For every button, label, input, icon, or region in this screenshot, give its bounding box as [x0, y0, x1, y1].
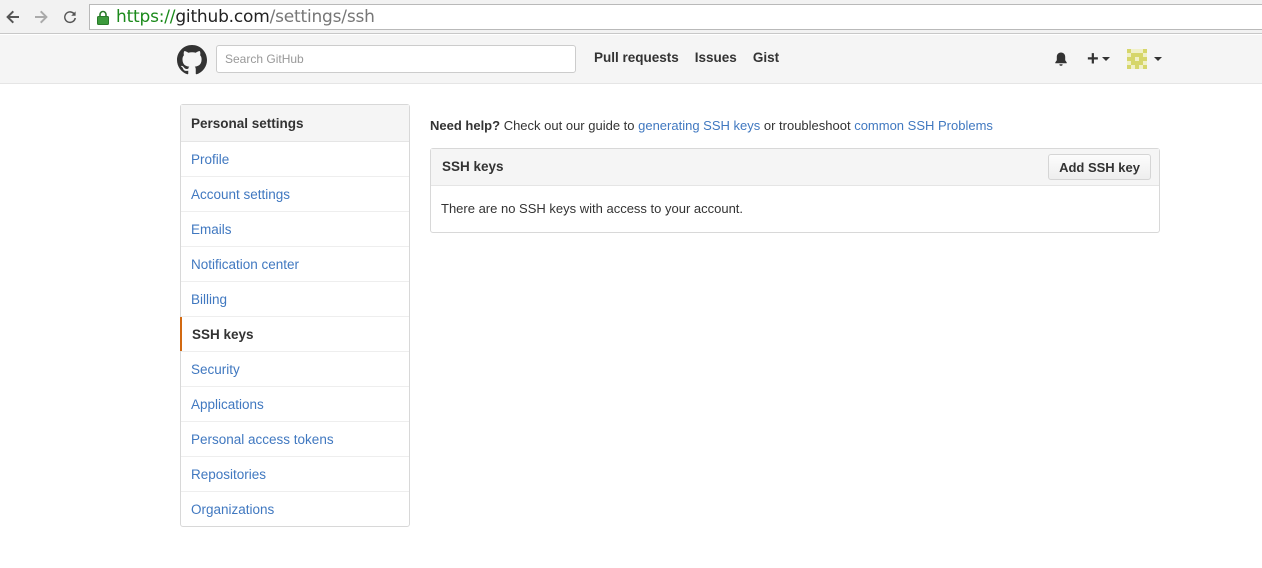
sidebar-item-profile[interactable]: Profile [181, 142, 409, 177]
create-new-button[interactable]: + [1087, 48, 1110, 70]
common-ssh-problems-link[interactable]: common SSH Problems [854, 118, 993, 133]
avatar [1127, 49, 1147, 69]
plus-icon: + [1087, 48, 1099, 70]
sidebar-item-notification-center[interactable]: Notification center [181, 247, 409, 282]
nav-pull-requests[interactable]: Pull requests [594, 50, 679, 65]
top-nav: Pull requests Issues Gist [594, 50, 779, 65]
sidebar-item-emails[interactable]: Emails [181, 212, 409, 247]
notifications-button[interactable] [1053, 48, 1069, 70]
sidebar-item-security[interactable]: Security [181, 352, 409, 387]
forward-icon[interactable] [31, 7, 51, 27]
address-bar[interactable]: https://github.com/settings/ssh [89, 4, 1262, 30]
sidebar-item-repositories[interactable]: Repositories [181, 457, 409, 492]
panel-title: SSH keys [442, 159, 504, 174]
sidebar-item-ssh-keys[interactable]: SSH keys [180, 317, 409, 352]
github-header: Pull requests Issues Gist + [0, 35, 1262, 84]
sidebar-item-billing[interactable]: Billing [181, 282, 409, 317]
nav-gist[interactable]: Gist [753, 50, 779, 65]
reload-icon[interactable] [60, 7, 80, 27]
chevron-down-icon [1154, 57, 1162, 61]
add-ssh-key-button[interactable]: Add SSH key [1048, 154, 1151, 180]
panel-header: SSH keys Add SSH key [431, 149, 1159, 186]
help-bold: Need help? [430, 118, 501, 133]
settings-sidebar: Personal settings Profile Account settin… [180, 104, 410, 527]
sidebar-title: Personal settings [181, 105, 409, 142]
sidebar-item-organizations[interactable]: Organizations [181, 492, 409, 527]
search-input[interactable] [216, 45, 576, 73]
sidebar-item-account-settings[interactable]: Account settings [181, 177, 409, 212]
lock-icon [97, 10, 109, 25]
empty-message: There are no SSH keys with access to you… [441, 201, 744, 216]
url-text: https://github.com/settings/ssh [116, 7, 375, 27]
browser-toolbar: https://github.com/settings/ssh [0, 0, 1262, 34]
sidebar-item-personal-access-tokens[interactable]: Personal access tokens [181, 422, 409, 457]
help-text-part: or troubleshoot [760, 118, 855, 133]
sidebar-item-applications[interactable]: Applications [181, 387, 409, 422]
back-icon[interactable] [3, 7, 23, 27]
user-menu-button[interactable] [1127, 48, 1162, 70]
bell-icon [1055, 52, 1067, 66]
ssh-keys-panel: SSH keys Add SSH key There are no SSH ke… [430, 148, 1160, 233]
help-text-part: Check out our guide to [500, 118, 639, 133]
help-text: Need help? Check out our guide to genera… [430, 118, 993, 133]
nav-issues[interactable]: Issues [695, 50, 737, 65]
github-logo-icon[interactable] [177, 45, 207, 75]
generating-ssh-keys-link[interactable]: generating SSH keys [638, 118, 760, 133]
chevron-down-icon [1101, 57, 1110, 61]
